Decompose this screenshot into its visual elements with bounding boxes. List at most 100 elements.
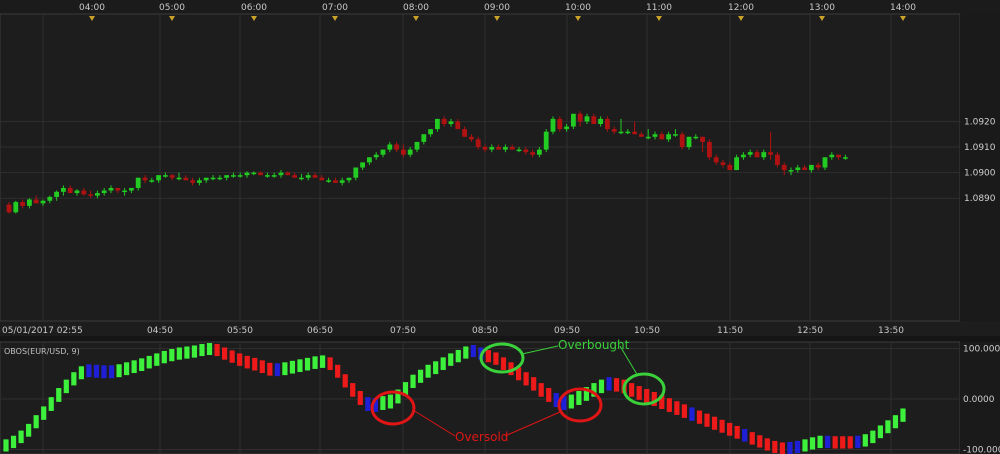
x-tick-label: 09:50 (554, 326, 580, 336)
candle-body (6, 204, 12, 213)
obos-bar (161, 350, 167, 364)
candle-body (333, 180, 338, 183)
obos-bar (440, 357, 446, 370)
obos-bar (689, 407, 695, 421)
obos-bar (613, 378, 620, 392)
indicator-title: OBOS(EUR/USD, 9) (4, 347, 80, 356)
obos-bar (817, 435, 823, 449)
obos-bar (108, 365, 115, 379)
candle-body (169, 175, 175, 178)
candle-body (326, 180, 331, 182)
obos-bar (862, 434, 868, 447)
top-time-label: 08:00 (403, 3, 429, 13)
obos-bar (312, 356, 318, 369)
obos-bar (629, 383, 635, 397)
candle-body (176, 177, 182, 180)
candle-body (142, 177, 148, 181)
obos-bar (500, 357, 507, 370)
candle-body (625, 131, 631, 134)
candle-body (673, 134, 678, 136)
obos-bar (870, 430, 876, 444)
candle-body (577, 113, 583, 122)
obos-bar (267, 362, 273, 376)
candle-body (95, 193, 100, 196)
candle-body (163, 175, 168, 177)
candle-body (27, 199, 32, 206)
x-tick-label: 07:50 (390, 326, 416, 336)
obos-bar (417, 369, 424, 383)
candle-body (122, 190, 127, 193)
candle-body (543, 131, 549, 150)
candle-body (428, 129, 433, 135)
obos-bar (410, 374, 416, 388)
obos-bar (696, 410, 703, 424)
obos-bar (772, 440, 778, 454)
chart-canvas[interactable]: 05/01/2017 02:55 04:50 05:50 06:50 07:50 08:5… (0, 0, 1000, 454)
candle-body (550, 118, 556, 132)
candle-body (217, 177, 223, 180)
candle (679, 131, 685, 150)
obos-bar (10, 435, 17, 449)
obos-bar (252, 357, 258, 371)
top-time-label: 13:00 (809, 3, 835, 13)
candle (543, 129, 549, 153)
obos-bar (847, 436, 853, 449)
candle-body (441, 118, 447, 125)
indicator-y-tick-label: 0.0000 (963, 395, 995, 405)
x-tick-label: 04:50 (147, 326, 173, 336)
obos-bar (734, 425, 740, 439)
candle-body (346, 177, 352, 181)
obos-bar (229, 350, 235, 363)
obos-bar (71, 372, 77, 386)
candle-body (360, 162, 365, 168)
obos-bar (176, 347, 182, 360)
candle-body (305, 175, 311, 178)
obos-bar (41, 406, 47, 420)
candle-body (190, 180, 195, 183)
candle-body (530, 152, 535, 155)
candle-body (231, 175, 236, 177)
candle-body (135, 177, 141, 188)
top-time-label: 05:00 (159, 3, 185, 13)
candle-body (591, 116, 597, 125)
candle-body (407, 149, 413, 155)
candle-body (482, 147, 488, 150)
candle-body (509, 147, 515, 150)
candle-body (13, 202, 19, 213)
candle-body (571, 113, 576, 127)
candle-body (101, 190, 107, 194)
candle-body (156, 175, 161, 181)
top-time-label: 11:00 (646, 3, 672, 13)
candle (550, 116, 556, 135)
candle-body (271, 175, 277, 177)
candle-body (584, 116, 590, 122)
candle-body (33, 199, 39, 204)
candle-body (557, 118, 563, 130)
x-tick-label: 13:50 (878, 326, 904, 336)
candle-body (761, 152, 767, 158)
obos-bar (644, 389, 650, 403)
candle-body (686, 136, 692, 148)
obos-bar (666, 398, 672, 412)
y-tick-label: 1.0900 (964, 169, 996, 179)
candle-body (462, 129, 467, 137)
candle-body (537, 149, 542, 155)
candle-body (401, 149, 406, 155)
obos-bar (169, 348, 175, 362)
obos-bar (380, 396, 386, 410)
obos-bar (681, 404, 688, 418)
candle-body (836, 154, 841, 158)
candle-body (210, 177, 216, 180)
obos-bar (809, 437, 816, 450)
obos-bar (214, 344, 220, 357)
candle-body (516, 149, 522, 152)
obos-bar (794, 440, 801, 454)
candle-body (829, 154, 835, 158)
candle-body (47, 196, 53, 201)
obos-bar (727, 422, 733, 436)
x-tick-label: 08:50 (472, 326, 498, 336)
obos-bar (297, 359, 303, 373)
obos-bar (463, 346, 469, 359)
candle-body (843, 157, 848, 159)
obos-bar (531, 377, 537, 391)
